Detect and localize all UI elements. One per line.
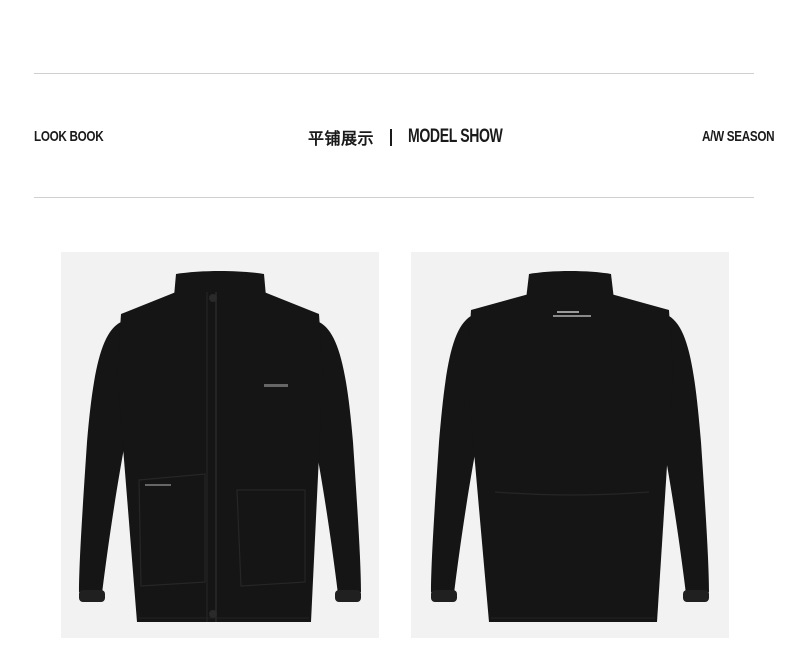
section-title-english: MODEL SHOW (408, 126, 503, 147)
section-title-chinese: 平铺展示 (308, 129, 375, 148)
title-separator (390, 128, 393, 146)
section-title: 平铺展示 MODEL SHOW (308, 125, 536, 149)
look-book-label: LOOK BOOK (34, 128, 104, 145)
season-label: A/W SEASON (702, 128, 775, 145)
top-divider-line (34, 73, 754, 74)
jacket-back-illustration (431, 271, 709, 622)
jacket-front-image (61, 252, 379, 638)
bottom-divider-line (34, 197, 754, 198)
jacket-front-illustration (79, 271, 361, 622)
jacket-back-image (411, 252, 729, 638)
